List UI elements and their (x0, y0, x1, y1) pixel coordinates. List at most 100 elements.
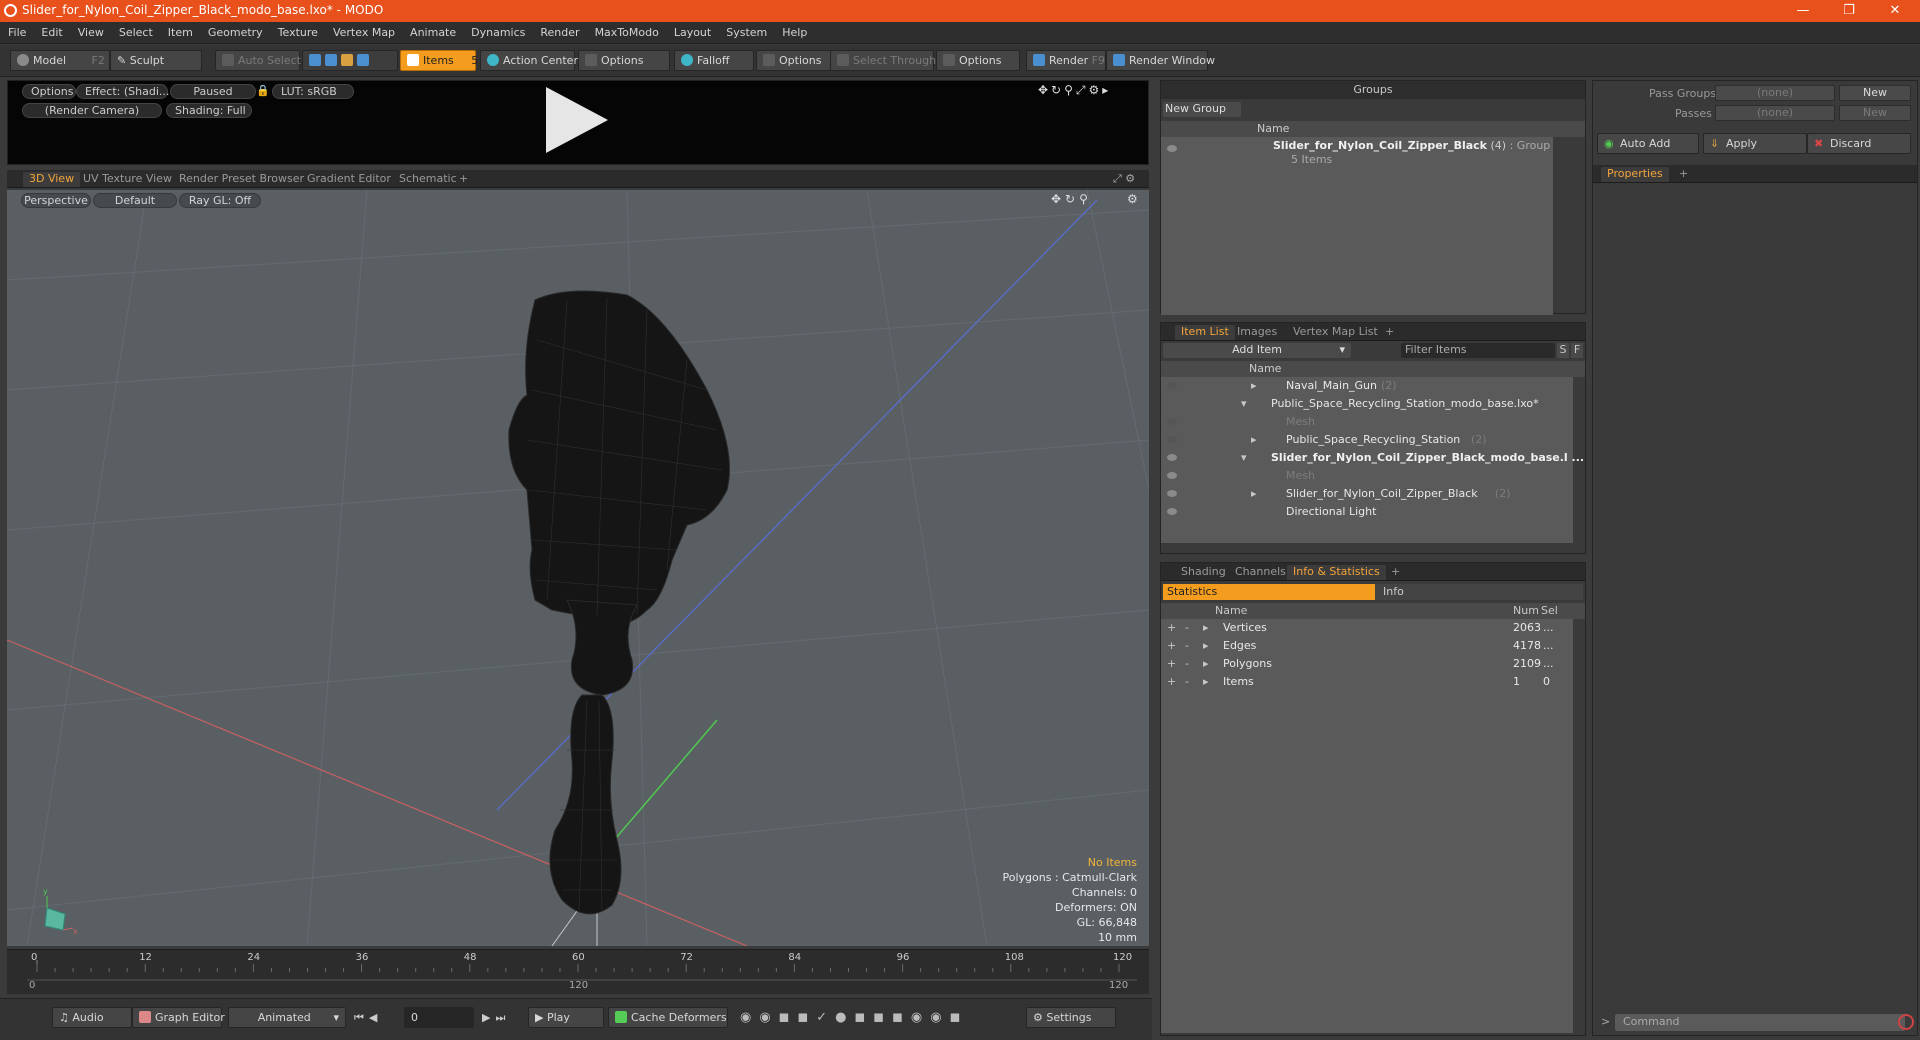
items-mode-button[interactable]: Items 5 (400, 50, 478, 71)
falloff-options-button[interactable]: Options (756, 50, 836, 71)
list-item[interactable]: ▾ Slider_for_Nylon_Coil_Zipper_Black_modo… (1161, 449, 1584, 467)
preview-options-button[interactable]: Options (22, 84, 76, 99)
auto-select-button[interactable]: Auto Select (215, 50, 301, 71)
restore-icon[interactable]: ❐ (1826, 0, 1872, 22)
falloff-button[interactable]: Falloff (674, 50, 754, 71)
list-item[interactable]: ▾ Public_Space_Recycling_Station_modo_bas… (1161, 395, 1573, 413)
menu-system[interactable]: System (718, 22, 774, 39)
menu-help[interactable]: Help (774, 22, 814, 39)
list-item[interactable]: ▸ Public_Space_Recycling_Station (2) (1161, 431, 1573, 449)
new-group-button[interactable]: New Group (1163, 102, 1241, 117)
menu-vertex-map[interactable]: Vertex Map (325, 22, 402, 39)
new-pass-button[interactable]: New (1839, 105, 1911, 121)
auto-add-button[interactable]: ◉ Auto Add (1597, 133, 1699, 154)
table-row[interactable]: + - ▸ Vertices 2063... (1161, 619, 1573, 637)
sculpt-mode-button[interactable]: ✎ Sculpt (110, 50, 202, 71)
transport-forward-icons[interactable]: ▶⏭ (482, 1011, 510, 1025)
menu-dynamics[interactable]: Dynamics (463, 22, 532, 39)
menu-view[interactable]: View (70, 22, 111, 39)
tab-3d-view[interactable]: 3D View (23, 172, 81, 187)
apply-button[interactable]: ⇓ Apply (1703, 133, 1807, 154)
preview-play-icon[interactable] (546, 87, 608, 153)
default-style-dropdown[interactable]: Default (93, 193, 177, 208)
preview-paused-button[interactable]: Paused (170, 84, 256, 99)
menu-texture[interactable]: Texture (270, 22, 325, 39)
passes-dropdown[interactable]: (none) (1715, 105, 1835, 121)
menu-animate[interactable]: Animate (402, 22, 463, 39)
add-tab-button[interactable]: + (1385, 565, 1406, 580)
table-row[interactable]: + - ▸ Polygons 2109... (1161, 655, 1573, 673)
filter-items-input[interactable]: Filter Items (1401, 343, 1555, 358)
cache-deformers-button[interactable]: Cache Deformers (608, 1007, 728, 1028)
record-icon[interactable] (1898, 1014, 1914, 1030)
new-pass-group-button[interactable]: New (1839, 85, 1911, 101)
action-center-options-button[interactable]: Options (578, 50, 670, 71)
lut-dropdown[interactable]: LUT: sRGB (272, 84, 354, 99)
list-item[interactable]: Directional Light (1161, 503, 1573, 521)
preview-shading-dropdown[interactable]: Shading: Full (166, 103, 252, 118)
group-item-name[interactable]: Slider_for_Nylon_Coil_Zipper_Black (1273, 139, 1487, 152)
3d-viewport[interactable]: y x Perspective Default Ray GL: Off ✥↻⚲ … (7, 190, 1149, 946)
settings-button[interactable]: ⚙ Settings (1026, 1007, 1116, 1028)
menu-item[interactable]: Item (160, 22, 200, 39)
menu-layout[interactable]: Layout (666, 22, 718, 39)
info-subtab[interactable]: Info (1375, 584, 1583, 600)
list-item[interactable]: Mesh (1161, 467, 1573, 485)
viewport-expand-icon[interactable]: ⤢ ⚙ (1107, 172, 1141, 187)
discard-button[interactable]: ✖ Discard (1807, 133, 1911, 154)
viewport-nav-icons[interactable]: ✥↻⚲ (1051, 192, 1092, 206)
tab-info-statistics[interactable]: Info & Statistics (1287, 565, 1386, 580)
item-list-rows[interactable]: ▸ Naval_Main_Gun (2) ▾ Public_Space_Recycl… (1161, 377, 1584, 543)
select-through-options-button[interactable]: Options (936, 50, 1020, 71)
action-center-button[interactable]: Action Center (480, 50, 578, 71)
materials-mode-icon[interactable] (357, 54, 369, 66)
f-toggle[interactable]: F (1571, 343, 1583, 358)
list-item[interactable]: ▸ Slider_for_Nylon_Coil_Zipper_Black (2) (1161, 485, 1573, 503)
current-frame-input[interactable]: 0 (404, 1007, 474, 1028)
timeline[interactable]: 0 12 24 36 48 60 72 84 96 108 120 0 120 120 (7, 949, 1149, 994)
menu-maxtomodo[interactable]: MaxToModo (587, 22, 666, 39)
animation-tool-icons[interactable]: ◉◉◼◼✓●◼◼◼◉◉◼ (740, 1010, 968, 1025)
tab-channels[interactable]: Channels (1229, 565, 1292, 580)
menu-render[interactable]: Render (532, 22, 586, 39)
preview-nav-icons[interactable]: ✥↻⚲⤢⚙▸ (1038, 83, 1111, 98)
vertices-mode-icon[interactable] (309, 54, 321, 66)
tab-images[interactable]: Images (1231, 325, 1283, 340)
menu-file[interactable]: File (0, 22, 33, 39)
graph-editor-button[interactable]: Graph Editor (132, 1007, 225, 1028)
add-item-dropdown[interactable]: Add Item ▾ (1163, 343, 1351, 358)
tab-uv-texture-view[interactable]: UV Texture View (77, 172, 178, 187)
table-row[interactable]: + - ▸ Edges 4178... (1161, 637, 1573, 655)
add-tab-button[interactable]: + (1379, 325, 1400, 340)
polygons-mode-icon[interactable] (341, 54, 353, 66)
tab-shading[interactable]: Shading (1175, 565, 1232, 580)
command-input[interactable]: Command (1615, 1014, 1905, 1031)
raygl-toggle[interactable]: Ray GL: Off (179, 193, 261, 208)
add-tab-button[interactable]: + (1673, 167, 1694, 182)
preview-effect-dropdown[interactable]: Effect: (Shadi... (76, 84, 169, 99)
menu-edit[interactable]: Edit (33, 22, 69, 39)
s-toggle[interactable]: S (1557, 343, 1569, 358)
menu-select[interactable]: Select (111, 22, 160, 39)
tab-item-list[interactable]: Item List (1175, 325, 1235, 340)
render-window-button[interactable]: Render Window (1106, 50, 1215, 71)
viewport-settings-icon[interactable]: ⚙ (1127, 192, 1138, 206)
play-button[interactable]: ▶ Play (528, 1007, 604, 1028)
tab-properties[interactable]: Properties (1601, 167, 1669, 182)
tab-vertex-map-list[interactable]: Vertex Map List (1287, 325, 1384, 340)
close-icon[interactable]: ✕ (1872, 0, 1918, 22)
visibility-eye-icon[interactable] (1167, 145, 1177, 152)
audio-button[interactable]: ♫ Audio (52, 1007, 132, 1028)
select-through-button[interactable]: Select Through (830, 50, 936, 71)
edges-mode-icon[interactable] (325, 54, 337, 66)
model-mode-button[interactable]: Model F2 (10, 50, 110, 71)
table-row[interactable]: + - ▸ Items 1 0 (1161, 673, 1573, 691)
list-item[interactable]: ▸ Naval_Main_Gun (2) (1161, 377, 1573, 395)
statistics-subtab[interactable]: Statistics (1163, 584, 1375, 600)
pass-groups-dropdown[interactable]: (none) (1715, 85, 1835, 101)
add-tab-button[interactable]: + (453, 172, 474, 187)
tab-gradient-editor[interactable]: Gradient Editor (301, 172, 397, 187)
menu-geometry[interactable]: Geometry (200, 22, 270, 39)
preview-camera-dropdown[interactable]: (Render Camera) (22, 103, 162, 118)
minimize-icon[interactable]: — (1780, 0, 1826, 22)
